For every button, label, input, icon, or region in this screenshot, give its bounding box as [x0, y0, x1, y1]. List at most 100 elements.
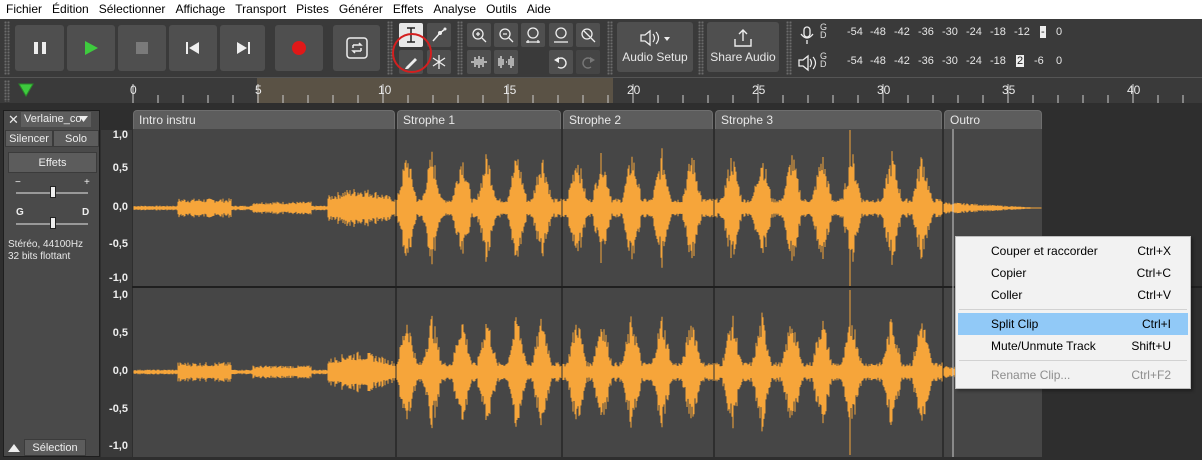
microphone-icon	[800, 26, 814, 44]
record-tick: -24	[966, 26, 982, 38]
playback-meter-button[interactable]	[796, 52, 818, 74]
redo-button[interactable]	[576, 50, 600, 74]
annotation-circle	[392, 33, 432, 73]
menu-item-paste[interactable]: Coller Ctrl+V	[958, 284, 1188, 306]
zoom-out-button[interactable]	[494, 23, 518, 47]
clip-header[interactable]: Outro	[944, 110, 1042, 129]
record-button[interactable]	[275, 25, 323, 71]
playback-meter-channels: G D	[820, 52, 832, 69]
fit-project-button[interactable]	[549, 23, 573, 47]
trim-audio-button[interactable]	[467, 50, 491, 74]
toolbar-grip[interactable]	[4, 21, 10, 75]
ruler-label: 15	[503, 83, 517, 97]
speaker-dropdown-icon	[640, 29, 670, 47]
speaker-icon	[798, 54, 817, 72]
menu-item-mute-track[interactable]: Mute/Unmute Track Shift+U	[958, 335, 1188, 357]
record-tick: -18	[990, 26, 1006, 38]
clip-header[interactable]: Strophe 2	[563, 110, 713, 129]
menu-generer[interactable]: Générer	[334, 0, 388, 19]
menu-fichier[interactable]: Fichier	[2, 0, 47, 19]
menu-selectionner[interactable]: Sélectionner	[94, 0, 171, 19]
undo-icon	[554, 57, 567, 69]
clip-header[interactable]: Intro instru	[133, 110, 395, 129]
menu-item-rename-clip[interactable]: Rename Clip... Ctrl+F2	[958, 364, 1188, 386]
scale-label: 0,5	[112, 327, 128, 339]
amplitude-scale[interactable]: 1,0 0,5 0,0 -0,5 -1,0 1,0 0,5 0,0 -0,5 -…	[101, 129, 132, 457]
zoom-in-button[interactable]	[467, 23, 491, 47]
skip-start-icon	[186, 42, 199, 54]
collapse-icon[interactable]	[8, 443, 20, 453]
menu-aide[interactable]: Aide	[522, 0, 556, 19]
ruler-ticks	[132, 84, 1184, 103]
toolbar-grip-3[interactable]	[457, 21, 463, 75]
close-track-icon[interactable]: ✕	[8, 112, 19, 128]
scale-label: -1,0	[109, 272, 128, 284]
gain-slider[interactable]	[50, 186, 56, 198]
record-meter[interactable]: G D -54 -48 -42 -36 -30 -24 -18 -12 - 0	[820, 23, 1068, 40]
toolbar-grip-6[interactable]	[786, 21, 792, 75]
share-audio-button[interactable]: Share Audio	[707, 22, 779, 72]
pause-button[interactable]	[15, 25, 64, 71]
ruler-label: 20	[627, 83, 641, 97]
clip-header[interactable]: Strophe 3	[715, 110, 942, 129]
solo-label: Solo	[64, 133, 88, 145]
playback-tick: -18	[990, 55, 1006, 67]
menu-bar: Fichier Édition Sélectionner Affichage T…	[0, 0, 1202, 19]
record-tick: -42	[894, 26, 910, 38]
scale-label: 1,0	[112, 129, 128, 141]
ruler-label: 40	[1127, 83, 1141, 97]
menu-edition[interactable]: Édition	[47, 0, 94, 19]
gain-plus-label: +	[84, 177, 90, 188]
menu-affichage[interactable]: Affichage	[170, 0, 230, 19]
effects-button[interactable]: Effets	[8, 152, 97, 173]
menu-effets[interactable]: Effets	[388, 0, 428, 19]
playback-tick: -6	[1034, 55, 1044, 67]
fit-selection-button[interactable]	[521, 23, 545, 47]
menu-item-cut-join[interactable]: Couper et raccorder Ctrl+X	[958, 240, 1188, 262]
clip-name: Outro	[950, 113, 981, 127]
skip-to-start-button[interactable]	[169, 25, 217, 71]
record-tick: -54	[847, 26, 863, 38]
select-track-button[interactable]: Sélection	[24, 439, 86, 456]
toolbar-grip-4[interactable]	[607, 21, 613, 75]
record-channel-right: D	[820, 30, 827, 40]
pan-slider[interactable]	[50, 217, 56, 229]
clip-name: Strophe 1	[403, 113, 456, 127]
solo-button[interactable]: Solo	[53, 130, 99, 147]
envelope-tool-button[interactable]	[427, 23, 451, 47]
zoom-out-icon	[499, 28, 514, 43]
envelope-icon	[432, 27, 447, 42]
zoom-toggle-icon	[581, 28, 596, 43]
menu-item-shortcut: Ctrl+F2	[1131, 368, 1171, 382]
audio-setup-button[interactable]: Audio Setup	[617, 22, 693, 72]
loop-button[interactable]	[333, 25, 380, 71]
track-name-menu[interactable]: Verlaine_co	[21, 112, 91, 127]
mute-button[interactable]: Silencer	[5, 130, 53, 147]
clip-header[interactable]: Strophe 1	[397, 110, 561, 129]
zoom-toggle-button[interactable]	[576, 23, 600, 47]
menu-analyse[interactable]: Analyse	[428, 0, 481, 19]
ruler-label: 35	[1002, 83, 1016, 97]
timeline-ruler[interactable]: 0 5 10 15 20 25 30 35 40	[0, 77, 1202, 103]
stop-button[interactable]	[118, 25, 166, 71]
undo-button[interactable]	[549, 50, 573, 74]
clip-name: Strophe 2	[569, 113, 622, 127]
context-menu: Couper et raccorder Ctrl+X Copier Ctrl+C C…	[955, 236, 1191, 389]
toolbar-grip-5[interactable]	[698, 21, 704, 75]
menu-item-label: Copier	[991, 266, 1027, 280]
menu-item-shortcut: Ctrl+V	[1137, 288, 1171, 302]
menu-item-split-clip[interactable]: Split Clip Ctrl+I	[958, 313, 1188, 335]
menu-pistes[interactable]: Pistes	[291, 0, 334, 19]
record-meter-button[interactable]	[796, 24, 818, 46]
menu-transport[interactable]: Transport	[230, 0, 291, 19]
menu-item-copy[interactable]: Copier Ctrl+C	[958, 262, 1188, 284]
play-button[interactable]	[67, 25, 115, 71]
playback-tick: -48	[870, 55, 886, 67]
menu-outils[interactable]: Outils	[481, 0, 522, 19]
track-header: ✕ Verlaine_co	[4, 111, 99, 128]
skip-to-end-button[interactable]	[220, 25, 265, 71]
silence-audio-button[interactable]	[494, 50, 518, 74]
record-icon	[292, 41, 306, 55]
record-tick: 0	[1056, 26, 1063, 38]
playback-meter[interactable]: G D -54 -48 -42 -36 -30 -24 -18 2 -6 0	[820, 52, 1068, 69]
